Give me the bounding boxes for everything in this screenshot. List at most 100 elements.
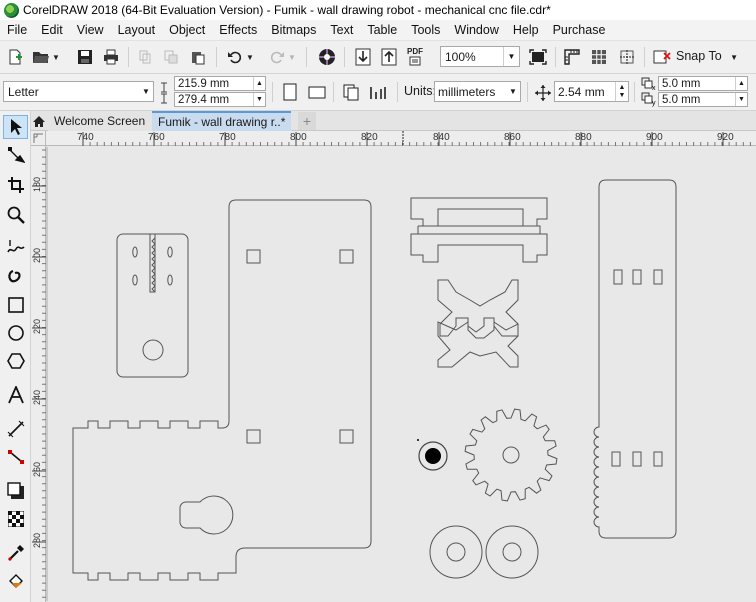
rectangle-tool-button[interactable]: [3, 293, 28, 317]
base-plate-part[interactable]: [72, 199, 372, 581]
page-width-field[interactable]: 215.9 mm ▲: [174, 76, 266, 91]
parallel-dimension-tool-button[interactable]: [3, 417, 28, 441]
folder-open-icon: [33, 52, 49, 63]
finger-joint-part[interactable]: [437, 279, 519, 368]
open-dropdown-button[interactable]: ▼: [50, 46, 62, 68]
bearing-marker: [417, 439, 419, 441]
portrait-button[interactable]: [279, 81, 301, 103]
connector-tool-button[interactable]: [3, 445, 28, 469]
interactive-fill-tool-button[interactable]: [3, 569, 28, 593]
menu-tools[interactable]: Tools: [404, 23, 447, 37]
undo-button[interactable]: [224, 46, 246, 68]
drop-shadow-icon: [6, 482, 24, 499]
export-button[interactable]: [378, 46, 400, 68]
save-icon: [78, 50, 92, 64]
publish-to-pdf-button[interactable]: PDF: [404, 46, 426, 68]
property-bar: Letter ▼ 215.9 mm ▲ 279.4 mm ▼ Units: mi…: [0, 74, 756, 111]
menu-layout[interactable]: Layout: [111, 23, 163, 37]
redo-button[interactable]: [266, 46, 288, 68]
freehand-tool-button[interactable]: [3, 235, 28, 259]
save-button[interactable]: [74, 46, 96, 68]
snap-off-button[interactable]: [651, 46, 673, 68]
all-pages-button[interactable]: [340, 81, 362, 103]
shape-tool-button[interactable]: [3, 143, 28, 167]
ruler-origin[interactable]: [31, 131, 46, 146]
menu-view[interactable]: View: [70, 23, 111, 37]
tab-fumik-document[interactable]: Fumik - wall drawing r..*: [152, 111, 291, 131]
copy-button[interactable]: [160, 46, 182, 68]
rack-part[interactable]: [593, 179, 677, 539]
menu-edit[interactable]: Edit: [34, 23, 70, 37]
drawing-page[interactable]: [46, 146, 756, 602]
text-tool-button[interactable]: [3, 383, 28, 407]
chevron-down-icon[interactable]: ▼: [506, 87, 520, 96]
eyedropper-tool-button[interactable]: [3, 541, 28, 565]
artistic-media-tool-button[interactable]: [3, 265, 28, 289]
transparency-tool-button[interactable]: [3, 507, 28, 531]
current-page-button[interactable]: [367, 81, 389, 103]
menu-help[interactable]: Help: [506, 23, 546, 37]
base-plate-outline: [72, 199, 372, 581]
menu-window[interactable]: Window: [447, 23, 505, 37]
ellipse-tool-button[interactable]: [3, 321, 28, 345]
bearing-part[interactable]: [417, 439, 448, 471]
spinner-icon[interactable]: ▼: [735, 93, 747, 106]
toolbar-separator: [555, 47, 556, 67]
gear-part[interactable]: [464, 408, 558, 502]
cut-button[interactable]: [134, 46, 156, 68]
search-content-button[interactable]: [316, 46, 338, 68]
print-button[interactable]: [100, 46, 122, 68]
zoom-level-combobox[interactable]: 100% ▼: [440, 46, 520, 67]
units-combobox[interactable]: millimeters ▼: [434, 81, 521, 102]
nudge-distance-field[interactable]: 2.54 mm ▲ ▼: [554, 81, 629, 102]
chevron-down-icon[interactable]: ▼: [139, 87, 153, 96]
open-button[interactable]: [30, 46, 52, 68]
paste-button[interactable]: [187, 46, 209, 68]
zoom-level-value: 100%: [445, 49, 476, 64]
duplicate-x-field[interactable]: 5.0 mm ▲: [658, 76, 748, 91]
menu-effects[interactable]: Effects: [212, 23, 264, 37]
home-button[interactable]: [31, 111, 47, 131]
pdf-label: PDF: [407, 47, 423, 56]
show-grid-button[interactable]: [588, 46, 610, 68]
finger-joint-lower: [437, 321, 519, 368]
zoom-tool-button[interactable]: [3, 203, 28, 227]
horizontal-ruler[interactable]: 740 760 780 800 820 840 860 880 900 920: [46, 131, 756, 146]
polygon-tool-button[interactable]: [3, 349, 28, 373]
arrow-pointer-icon: [10, 119, 22, 135]
menu-text[interactable]: Text: [323, 23, 360, 37]
new-document-button[interactable]: [4, 46, 26, 68]
ruler-label: 820: [361, 132, 378, 143]
spinner-icon[interactable]: ▲ ▼: [615, 82, 628, 101]
undo-dropdown-button[interactable]: ▼: [244, 46, 256, 68]
snap-to-menu[interactable]: Snap To ▼: [676, 49, 738, 63]
spinner-icon[interactable]: ▲: [735, 77, 747, 90]
show-rulers-button[interactable]: [561, 46, 583, 68]
new-tab-button[interactable]: +: [298, 112, 316, 130]
import-button[interactable]: [352, 46, 374, 68]
bracket-part[interactable]: [116, 233, 189, 378]
menu-bitmaps[interactable]: Bitmaps: [264, 23, 323, 37]
full-screen-preview-button[interactable]: [527, 46, 549, 68]
page-height-field[interactable]: 279.4 mm ▼: [174, 92, 266, 107]
mount-hole: [246, 429, 261, 444]
drawing-canvas[interactable]: [46, 146, 756, 602]
crop-tool-button[interactable]: [3, 173, 28, 197]
menu-table[interactable]: Table: [360, 23, 404, 37]
menu-purchase[interactable]: Purchase: [546, 23, 613, 37]
menu-file[interactable]: File: [0, 23, 34, 37]
wheels-part[interactable]: [429, 525, 539, 579]
redo-dropdown-button[interactable]: ▼: [286, 46, 298, 68]
clamp-top-part[interactable]: [410, 197, 548, 263]
vertical-ruler[interactable]: 180 200 220 240 260 280: [31, 146, 46, 602]
spinner-icon[interactable]: ▼: [253, 93, 265, 106]
chevron-down-icon[interactable]: ▼: [503, 47, 519, 66]
spinner-icon[interactable]: ▲: [253, 77, 265, 90]
duplicate-y-field[interactable]: 5.0 mm ▼: [658, 92, 748, 107]
menu-object[interactable]: Object: [162, 23, 212, 37]
landscape-button[interactable]: [306, 81, 328, 103]
pick-tool-button[interactable]: [3, 115, 28, 139]
page-size-combobox[interactable]: Letter ▼: [3, 81, 154, 102]
drop-shadow-tool-button[interactable]: [3, 479, 28, 503]
show-guidelines-button[interactable]: [616, 46, 638, 68]
